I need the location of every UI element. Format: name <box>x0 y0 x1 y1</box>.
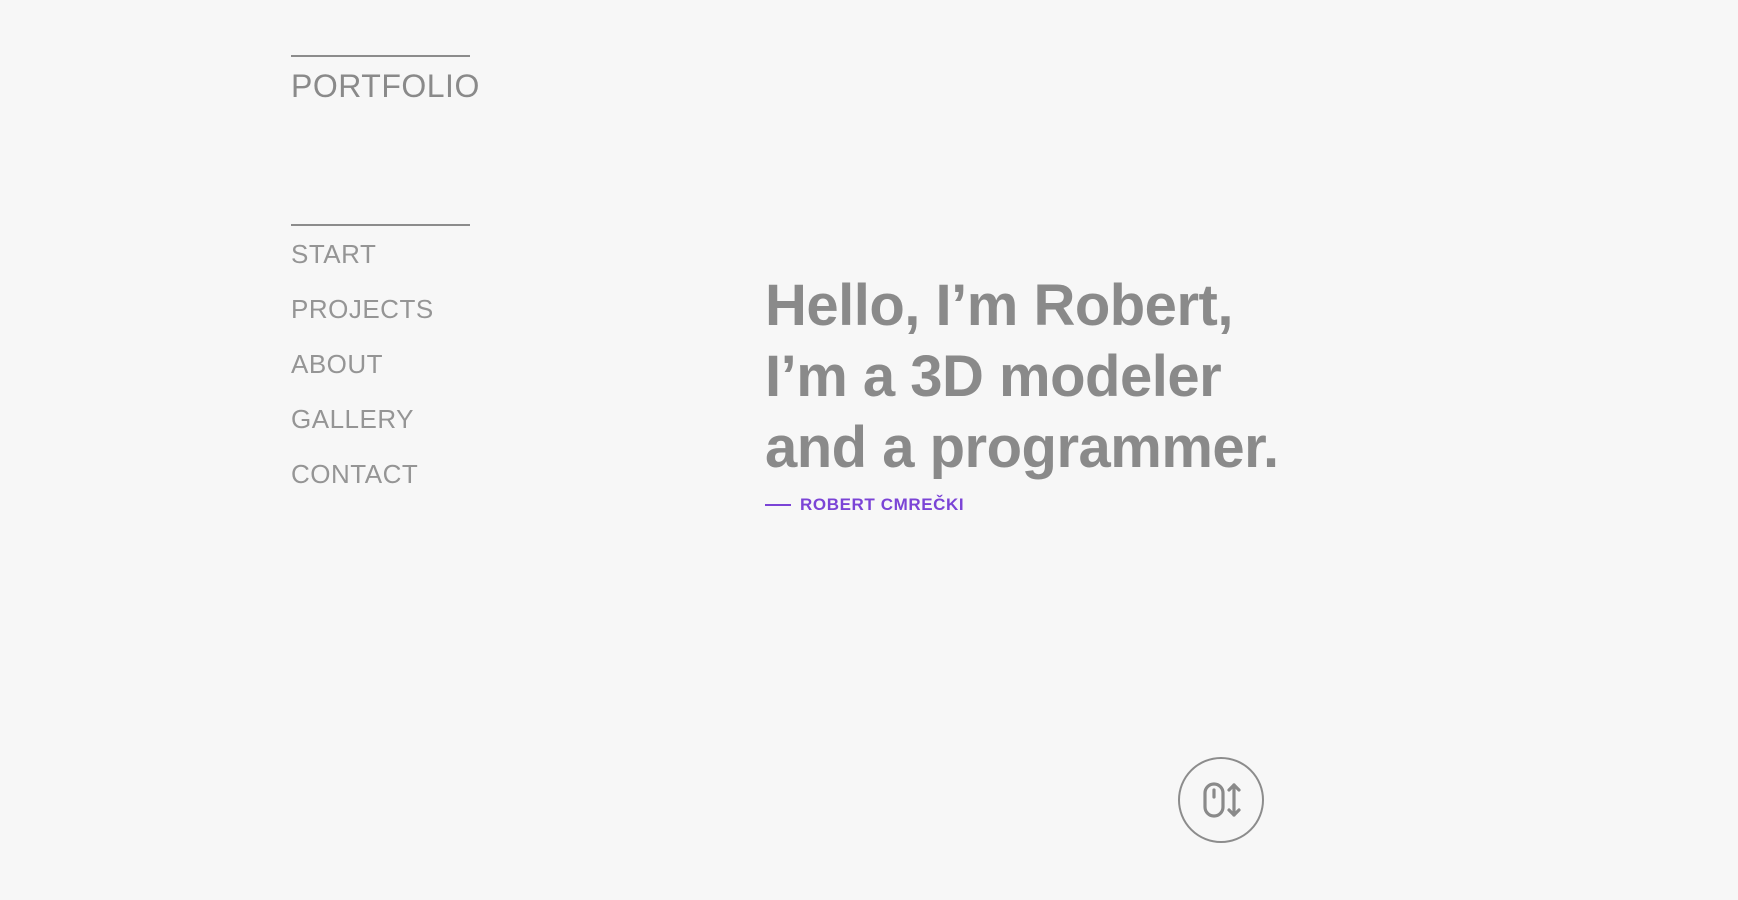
hero-line: Hello, I’m Robert, <box>765 273 1233 338</box>
nav-item-projects: PROJECTS <box>291 281 471 336</box>
nav-item-start: START <box>291 226 471 281</box>
nav-item-gallery: GALLERY <box>291 391 471 446</box>
nav-list: START PROJECTS ABOUT GALLERY CONTACT <box>291 226 471 501</box>
hero-heading: Hello, I’m Robert, I’m a 3D modeler and … <box>765 270 1385 483</box>
top-divider <box>291 55 470 57</box>
nav-link-about[interactable]: ABOUT <box>291 351 383 377</box>
nav-link-projects[interactable]: PROJECTS <box>291 296 434 322</box>
scroll-down-button[interactable] <box>1178 757 1264 843</box>
nav-item-contact: CONTACT <box>291 446 471 501</box>
signature-dash <box>765 504 791 506</box>
hero: Hello, I’m Robert, I’m a 3D modeler and … <box>765 270 1385 515</box>
brand-logo-link[interactable]: PORTFOLIO <box>291 70 479 102</box>
hero-signature: ROBERT CMREČKI <box>765 495 1385 515</box>
hero-line: and a programmer. <box>765 415 1279 480</box>
nav-link-gallery[interactable]: GALLERY <box>291 406 414 432</box>
page: PORTFOLIO START PROJECTS ABOUT GALLERY C… <box>0 0 1738 900</box>
sidebar: PORTFOLIO START PROJECTS ABOUT GALLERY C… <box>291 55 479 501</box>
hero-line: I’m a 3D modeler <box>765 344 1222 409</box>
main-nav: START PROJECTS ABOUT GALLERY CONTACT <box>291 224 471 501</box>
nav-link-contact[interactable]: CONTACT <box>291 461 418 487</box>
nav-link-start[interactable]: START <box>291 241 376 267</box>
signature-name: ROBERT CMREČKI <box>800 495 965 514</box>
mouse-scroll-icon <box>1203 782 1241 818</box>
nav-item-about: ABOUT <box>291 336 471 391</box>
